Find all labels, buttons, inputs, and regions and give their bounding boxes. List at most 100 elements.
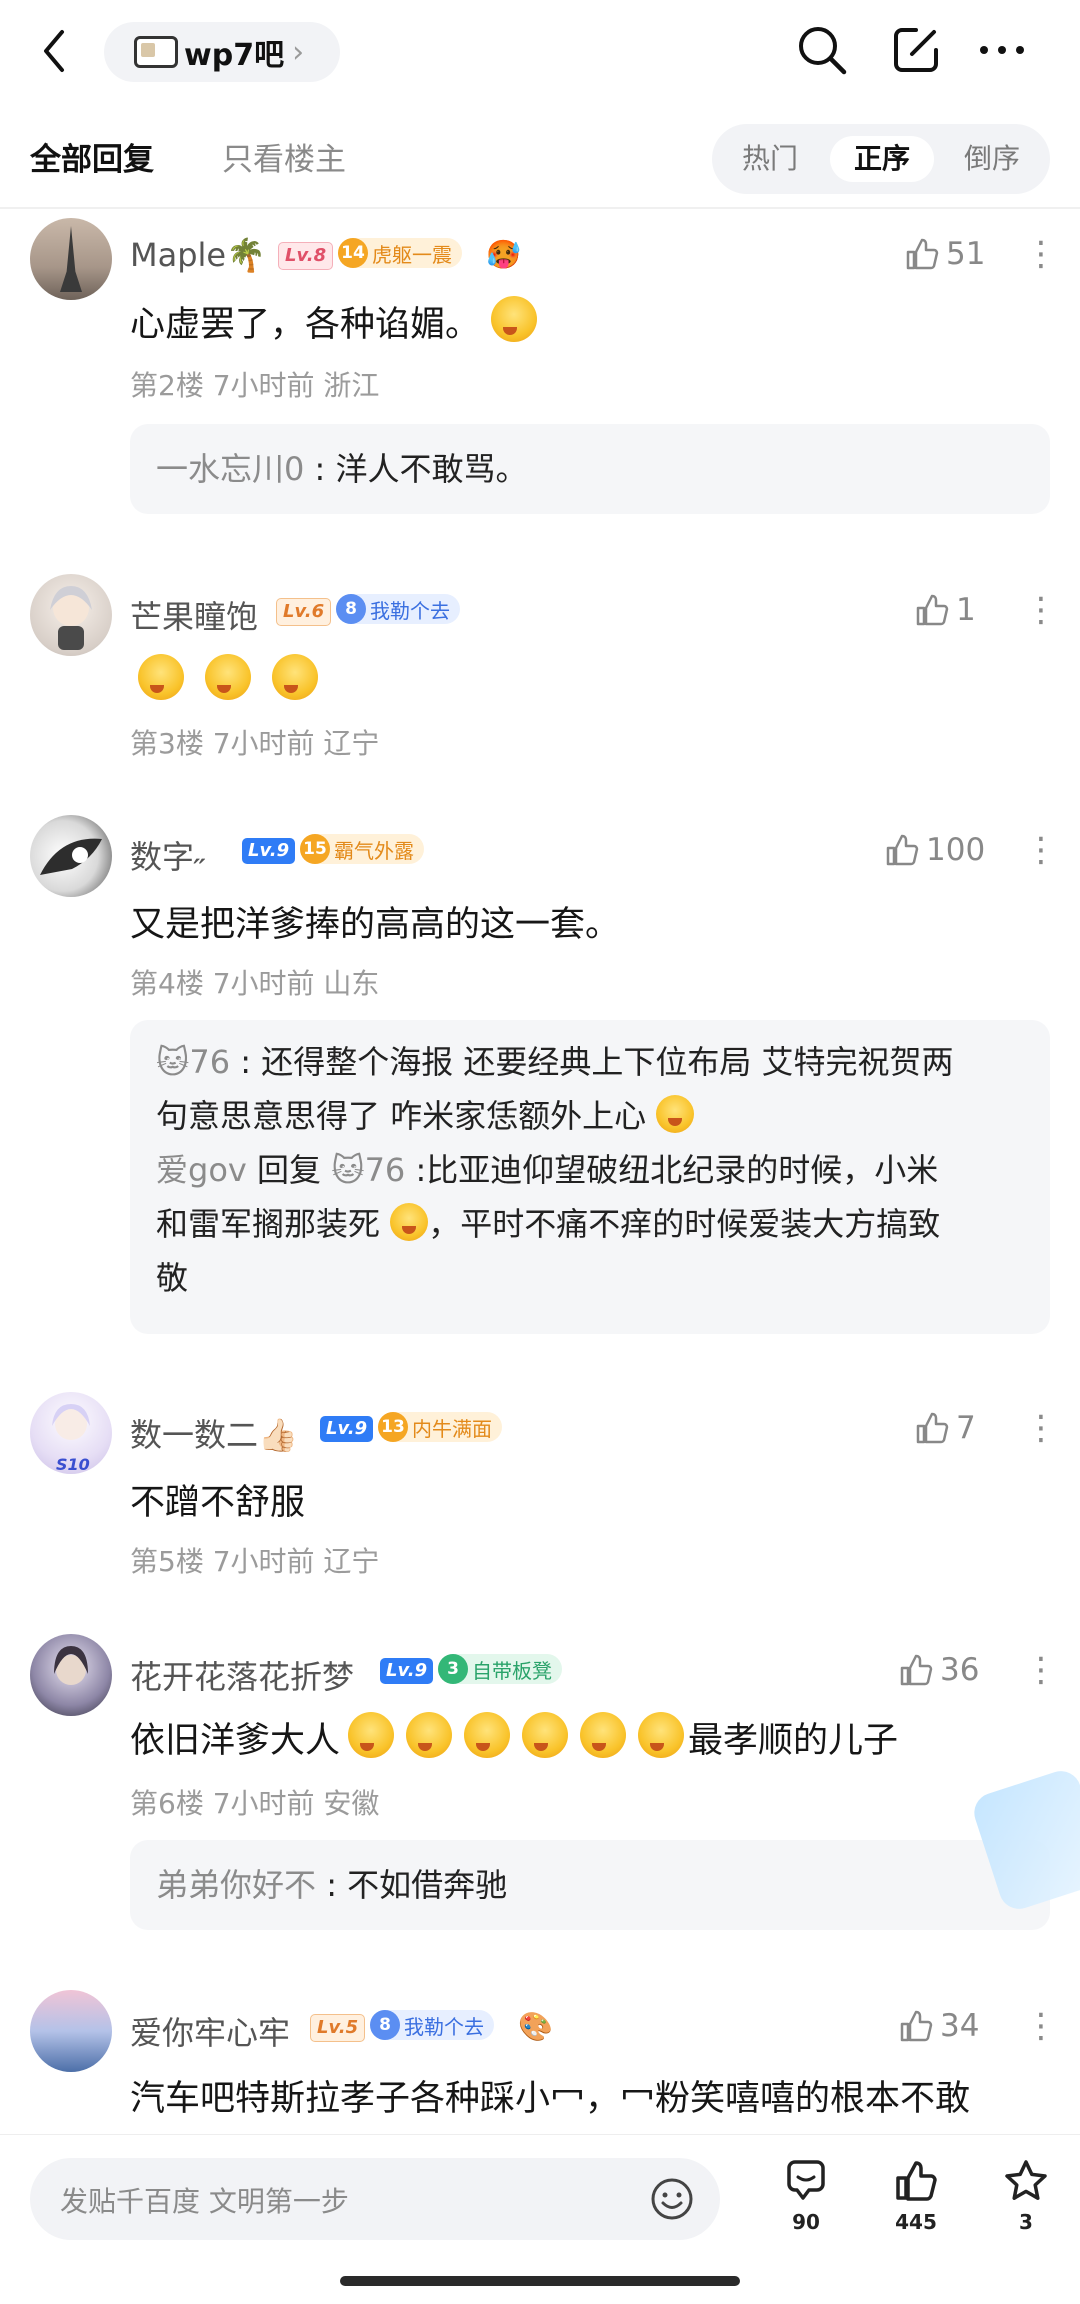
comments-button[interactable]: 90: [766, 2158, 846, 2234]
more-icon[interactable]: ⋮: [1024, 1408, 1058, 1448]
badge-text: 内牛满面: [412, 1416, 492, 1441]
like-count: 51: [946, 236, 986, 272]
badge-number: 8: [370, 2010, 400, 2040]
like-count: 100: [926, 832, 986, 868]
badge-text: 我勒个去: [404, 2014, 484, 2039]
honor-badge: 3 自带板凳: [438, 1654, 562, 1684]
thumbs-up-icon: [886, 834, 919, 866]
like-button[interactable]: 7: [914, 1410, 976, 1446]
more-icon[interactable]: ⋮: [1024, 590, 1058, 630]
forum-link[interactable]: wp7吧 ›: [104, 22, 340, 82]
badge-text: 自带板凳: [472, 1658, 552, 1683]
level-badge: Lv.5: [310, 2014, 366, 2042]
like-count: 7: [956, 1410, 976, 1446]
badge-number: 14: [338, 238, 368, 268]
emoji-icon: 🥵: [486, 238, 521, 271]
thumbs-up-icon: [900, 2010, 933, 2042]
sort-descending[interactable]: 倒序: [940, 136, 1044, 182]
home-indicator[interactable]: [340, 2276, 740, 2286]
like-button[interactable]: 51: [904, 236, 985, 272]
badge-text: 霸气外露: [334, 838, 414, 863]
post-meta: 第5楼 7小时前 辽宁: [130, 1545, 380, 1578]
reply-box[interactable]: 🐱76 : 还得整个海报 还要经典上下位布局 艾特完祝贺两 句意思意思得了 咋米…: [130, 1020, 1050, 1334]
chevron-right-icon: ›: [292, 34, 305, 70]
favorite-button[interactable]: 3: [986, 2158, 1066, 2234]
favorite-count: 3: [1019, 2210, 1033, 2234]
laughing-emoji-icon: [406, 1712, 453, 1758]
honor-badge: 8 我勒个去: [370, 2010, 494, 2040]
level-badge: Lv.8: [278, 242, 334, 270]
reply-item-continued: 敬: [156, 1252, 188, 1304]
laughing-emoji-icon: [272, 654, 319, 700]
reply-text: 句意思意思得了 咋米家恁额外上心: [156, 1097, 647, 1135]
post-content: 依旧洋爹大人 最孝顺的儿子: [130, 1712, 898, 1763]
username[interactable]: 数一数二👍🏻: [130, 1410, 298, 1456]
palette-icon: 🎨: [518, 2010, 553, 2043]
reply-item-continued: 和雷军搁那装死 ，平时不痛不痒的时候爱装大方搞致: [156, 1198, 940, 1250]
avatar-tag: S10: [56, 1455, 90, 1474]
like-button[interactable]: 34: [898, 2008, 979, 2044]
reply-connector: 回复: [246, 1151, 332, 1189]
reply-target: 🐱76: [331, 1151, 406, 1189]
laughing-emoji-icon: [580, 1712, 627, 1758]
like-button[interactable]: 1: [914, 592, 976, 628]
forum-name: wp7吧: [184, 38, 285, 73]
post-content: 心虚罢了，各种谄媚。: [130, 296, 538, 347]
reply-input[interactable]: 发贴千百度 文明第一步: [30, 2158, 720, 2240]
reply-box[interactable]: 一水忘川0 : 洋人不敢骂。: [130, 424, 1050, 514]
badge-text: 虎躯一震: [372, 242, 452, 267]
badge-number: 13: [378, 1412, 408, 1442]
reply-text: : 洋人不敢骂。: [304, 450, 528, 488]
post-content: 又是把洋爹捧的高高的这一套。: [130, 905, 621, 945]
reply-box[interactable]: 弟弟你好不 : 不如借奔驰: [130, 1840, 1050, 1930]
honor-badge: 8 我勒个去: [336, 594, 460, 624]
sort-ascending[interactable]: 正序: [830, 136, 934, 182]
laughing-emoji-icon: [348, 1712, 395, 1758]
avatar[interactable]: [30, 574, 112, 656]
reply-text: 和雷军搁那装死: [156, 1205, 381, 1243]
reply-input-placeholder: 发贴千百度 文明第一步: [60, 2185, 349, 2218]
laughing-emoji-icon: [491, 296, 538, 342]
more-icon[interactable]: ⋮: [1024, 830, 1058, 870]
edit-post-icon[interactable]: [890, 24, 942, 76]
badge-number: 15: [300, 834, 330, 864]
avatar[interactable]: [30, 218, 112, 300]
like-total-button[interactable]: 445: [876, 2158, 956, 2234]
reply-text: : 不如借奔驰: [316, 1866, 508, 1904]
username[interactable]: 花开花落花折梦: [130, 1652, 354, 1698]
tab-all-replies[interactable]: 全部回复: [30, 134, 154, 179]
sort-hot[interactable]: 热门: [718, 136, 822, 182]
post-meta: 第4楼 7小时前 山东: [130, 967, 380, 1000]
more-icon[interactable]: ⋮: [1024, 234, 1058, 274]
post-content: [138, 654, 319, 703]
reply-item-continued: 句意思意思得了 咋米家恁额外上心: [156, 1090, 695, 1142]
username[interactable]: 数字˶: [130, 832, 205, 878]
avatar[interactable]: [30, 1990, 112, 2072]
avatar[interactable]: [30, 1634, 112, 1716]
honor-badge: 15 霸气外露: [300, 834, 424, 864]
post-meta: 第6楼 7小时前 安徽: [130, 1787, 380, 1820]
like-count: 34: [940, 2008, 980, 2044]
like-total-count: 445: [895, 2210, 937, 2234]
comment-count: 90: [792, 2210, 820, 2234]
level-badge: Lv.9: [320, 1416, 374, 1442]
laughing-emoji-icon: [464, 1712, 511, 1758]
forum-avatar: [134, 36, 178, 68]
level-badge: Lv.9: [242, 838, 296, 864]
thumbs-up-icon: [906, 238, 939, 270]
badge-number: 8: [336, 594, 366, 624]
username[interactable]: 爱你牢心牢: [130, 2008, 290, 2054]
username[interactable]: Maple🌴: [130, 236, 266, 274]
thumbs-up-icon: [916, 594, 949, 626]
like-button[interactable]: 100: [884, 832, 985, 868]
avatar[interactable]: [30, 815, 112, 897]
search-icon[interactable]: [796, 24, 848, 76]
like-button[interactable]: 36: [898, 1652, 979, 1688]
more-icon[interactable]: ⋮: [1024, 2006, 1058, 2046]
tab-op-only[interactable]: 只看楼主: [222, 134, 346, 179]
more-icon[interactable]: ⋮: [1024, 1650, 1058, 1690]
username[interactable]: 芒果瞳饱: [130, 592, 258, 638]
post-content: 汽车吧特斯拉孝子各种踩小冖，冖粉笑嘻嘻的根本不敢: [130, 2079, 971, 2119]
more-options-icon[interactable]: [978, 40, 1026, 60]
back-icon[interactable]: [38, 26, 70, 76]
